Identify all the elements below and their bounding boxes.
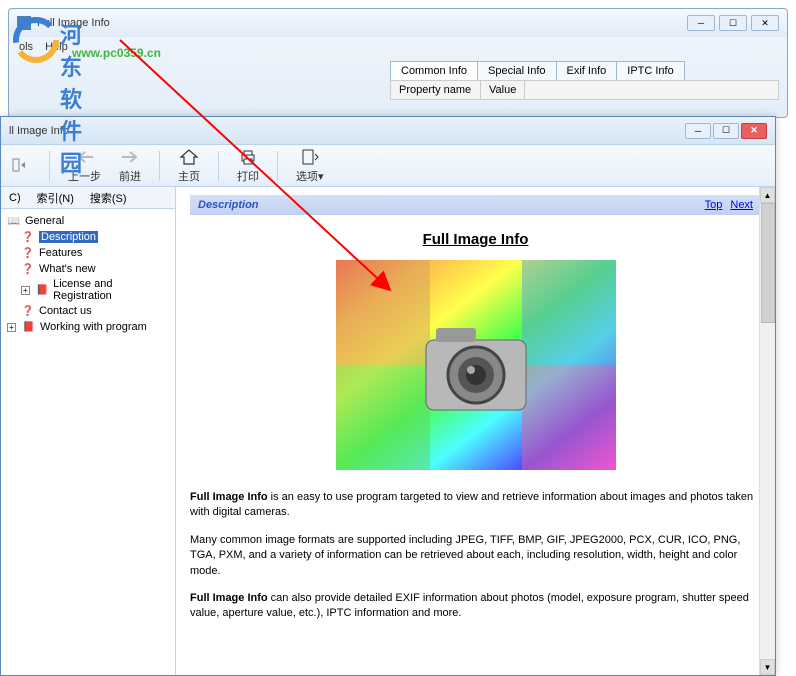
- nav-tab-contents[interactable]: C): [5, 191, 25, 205]
- nav-tab-row: C) 索引(N) 搜索(S): [1, 187, 175, 209]
- tree-whatsnew[interactable]: ❓ What's new: [19, 261, 171, 277]
- tree-general[interactable]: 📖 General: [5, 213, 171, 229]
- tab-iptc-info[interactable]: IPTC Info: [616, 61, 684, 80]
- scroll-thumb[interactable]: [761, 203, 775, 323]
- main-app-window: Full Image Info ─ ☐ ✕ ols Help Common In…: [8, 8, 788, 118]
- main-window-controls: ─ ☐ ✕: [687, 15, 779, 31]
- main-titlebar: Full Image Info ─ ☐ ✕: [9, 9, 787, 37]
- forward-arrow-icon: [119, 148, 141, 166]
- expand-icon[interactable]: +: [21, 286, 30, 295]
- help-content-pane: Description Top Next Full Image Info: [176, 187, 775, 675]
- print-icon: [237, 148, 259, 166]
- nav-tab-index[interactable]: 索引(N): [33, 189, 78, 207]
- watermark-text: 河东软件园: [60, 18, 82, 178]
- hero-image: [336, 260, 616, 470]
- page-icon: ❓: [21, 246, 35, 260]
- toolbar-print-button[interactable]: 打印: [237, 148, 259, 184]
- nav-tab-search[interactable]: 搜索(S): [86, 189, 131, 207]
- tree-license[interactable]: + 📕 License and Registration: [19, 277, 171, 303]
- property-headers: Property name Value: [390, 80, 779, 100]
- page-icon: ❓: [21, 230, 35, 244]
- tree-contact[interactable]: ❓ Contact us: [19, 303, 171, 319]
- content-header-title: Description: [198, 199, 259, 211]
- help-window-controls: ─ ☐ ✕: [685, 123, 767, 139]
- tab-exif-info[interactable]: Exif Info: [556, 61, 618, 80]
- toolbar-forward-button[interactable]: 前进: [119, 148, 141, 184]
- vertical-scrollbar[interactable]: ▲ ▼: [759, 187, 775, 675]
- help-window: ll Image Info ─ ☐ ✕ 上一步 前进: [0, 116, 776, 676]
- home-icon: [178, 148, 200, 166]
- book-icon: 📕: [22, 320, 36, 334]
- para2: Many common image formats are supported …: [190, 533, 761, 579]
- help-close-button[interactable]: ✕: [741, 123, 767, 139]
- hide-icon: [9, 156, 31, 174]
- toolbar-options-button[interactable]: 选项▾: [296, 148, 324, 184]
- toolbar-hide-button[interactable]: [9, 156, 31, 176]
- content-body: Full Image Info: [190, 215, 761, 650]
- para3: Full Image Info can also provide detaile…: [190, 591, 761, 622]
- col-value: Value: [481, 81, 525, 99]
- tree-features[interactable]: ❓ Features: [19, 245, 171, 261]
- content-title: Full Image Info: [190, 231, 761, 248]
- help-tree: 📖 General ❓ Description ❓ Features ❓ Wha…: [1, 209, 175, 675]
- book-icon: 📕: [36, 283, 49, 297]
- scroll-up-button[interactable]: ▲: [760, 187, 775, 203]
- expand-icon[interactable]: +: [7, 323, 16, 332]
- scroll-down-button[interactable]: ▼: [760, 659, 775, 675]
- watermark-logo-icon: [12, 16, 60, 64]
- toolbar-home-button[interactable]: 主页: [178, 148, 200, 184]
- para1: Full Image Info is an easy to use progra…: [190, 490, 761, 521]
- info-tabs: Common Info Special Info Exif Info IPTC …: [390, 61, 779, 80]
- tab-special-info[interactable]: Special Info: [477, 61, 556, 80]
- options-icon: [299, 148, 321, 166]
- minimize-button[interactable]: ─: [687, 15, 715, 31]
- help-titlebar: ll Image Info ─ ☐ ✕: [1, 117, 775, 145]
- link-top[interactable]: Top: [705, 199, 723, 211]
- help-toolbar: 上一步 前进 主页 打印 选项▾: [1, 145, 775, 187]
- close-button[interactable]: ✕: [751, 15, 779, 31]
- help-maximize-button[interactable]: ☐: [713, 123, 739, 139]
- maximize-button[interactable]: ☐: [719, 15, 747, 31]
- help-nav-panel: C) 索引(N) 搜索(S) 📖 General ❓ Description ❓…: [1, 187, 176, 675]
- link-next[interactable]: Next: [730, 199, 753, 211]
- tree-working[interactable]: + 📕 Working with program: [5, 319, 171, 335]
- help-minimize-button[interactable]: ─: [685, 123, 711, 139]
- page-icon: ❓: [21, 262, 35, 276]
- content-header-bar: Description Top Next: [190, 195, 761, 215]
- tab-common-info[interactable]: Common Info: [390, 61, 478, 80]
- page-icon: ❓: [21, 304, 35, 318]
- book-open-icon: 📖: [7, 214, 21, 228]
- col-property-name: Property name: [391, 81, 481, 99]
- watermark-url: www.pc0359.cn: [72, 46, 161, 60]
- tree-description[interactable]: ❓ Description: [19, 229, 171, 245]
